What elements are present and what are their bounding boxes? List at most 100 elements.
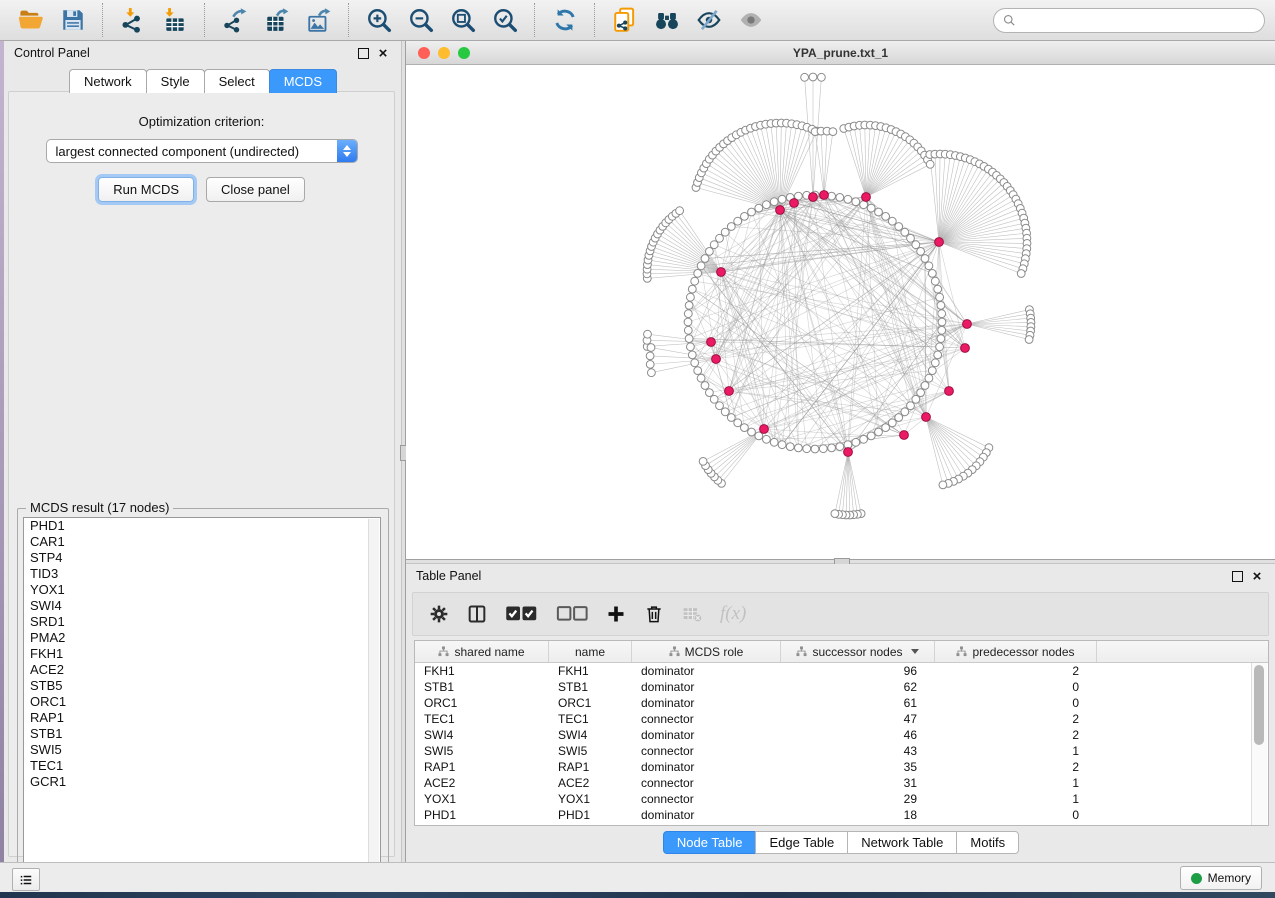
column-header-successor-nodes[interactable]: successor nodes (781, 641, 935, 662)
mcds-result-item[interactable]: PMA2 (24, 630, 380, 646)
optimization-criterion-select[interactable]: largest connected component (undirected) (46, 139, 358, 163)
column-header-predecessor-nodes[interactable]: predecessor nodes (935, 641, 1097, 662)
status-bar: Memory (0, 862, 1275, 892)
mcds-result-item[interactable]: YOX1 (24, 582, 380, 598)
mcds-result-item[interactable]: ORC1 (24, 694, 380, 710)
zoom-fit-icon[interactable] (448, 5, 478, 35)
mcds-result-title: MCDS result (17 nodes) (26, 500, 173, 515)
close-panel-button[interactable]: Close panel (206, 177, 305, 202)
column-header-name[interactable]: name (549, 641, 632, 662)
table-cell: 43 (781, 744, 935, 758)
clone-network-icon[interactable] (610, 5, 640, 35)
command-panel-button[interactable] (12, 868, 40, 891)
mcds-result-item[interactable]: TID3 (24, 566, 380, 582)
add-column-icon[interactable] (606, 601, 626, 627)
tab-node-table[interactable]: Node Table (663, 831, 757, 854)
mcds-result-item[interactable]: CAR1 (24, 534, 380, 550)
mcds-result-item[interactable]: RAP1 (24, 710, 380, 726)
column-header-shared-name[interactable]: shared name (415, 641, 549, 662)
mcds-result-item[interactable]: SWI5 (24, 742, 380, 758)
export-table-icon[interactable] (262, 5, 292, 35)
zoom-out-icon[interactable] (406, 5, 436, 35)
tab-motifs[interactable]: Motifs (956, 831, 1019, 854)
tab-network[interactable]: Network (69, 69, 147, 93)
zoom-selected-icon[interactable] (490, 5, 520, 35)
mcds-hub-node (945, 387, 954, 396)
hide-selected-icon[interactable] (694, 5, 724, 35)
table-cell: TEC1 (415, 712, 549, 726)
table-cell: 61 (781, 696, 935, 710)
tab-network-table[interactable]: Network Table (847, 831, 957, 854)
close-panel-icon[interactable]: × (375, 45, 391, 61)
function-builder-icon: f(x) (720, 601, 746, 627)
table-cell: 18 (781, 808, 935, 822)
delete-table-icon (682, 601, 702, 627)
mcds-hub-node (717, 268, 726, 277)
mcds-result-item[interactable]: FKH1 (24, 646, 380, 662)
zoom-in-icon[interactable] (364, 5, 394, 35)
tab-style[interactable]: Style (146, 69, 205, 93)
network-view-canvas[interactable] (406, 65, 1275, 560)
deselect-all-columns-icon[interactable] (556, 601, 589, 627)
mcds-result-item[interactable]: ACE2 (24, 662, 380, 678)
mcds-result-item[interactable]: STB5 (24, 678, 380, 694)
sort-menu-icon[interactable] (911, 649, 919, 654)
table-row[interactable]: YOX1YOX1connector291 (415, 791, 1268, 807)
table-row[interactable]: SWI4SWI4dominator462 (415, 727, 1268, 743)
run-mcds-button[interactable]: Run MCDS (98, 177, 194, 202)
table-row[interactable]: RAP1RAP1dominator352 (415, 759, 1268, 775)
first-neighbors-icon[interactable] (652, 5, 682, 35)
tab-edge-table[interactable]: Edge Table (755, 831, 848, 854)
table-cell: STB1 (549, 680, 632, 694)
toggle-columns-icon[interactable] (467, 601, 487, 627)
search-box[interactable] (993, 8, 1265, 33)
mcds-result-item[interactable]: STB1 (24, 726, 380, 742)
mcds-result-item[interactable]: PHD1 (24, 518, 380, 534)
export-network-icon[interactable] (220, 5, 250, 35)
node-table-header: shared namenameMCDS rolesuccessor nodesp… (415, 641, 1268, 663)
import-table-icon[interactable] (160, 5, 190, 35)
tab-mcds[interactable]: MCDS (269, 69, 337, 93)
float-table-panel-icon[interactable] (1229, 568, 1245, 584)
search-input[interactable] (1022, 12, 1256, 28)
table-cell: SWI4 (415, 728, 549, 742)
delete-columns-icon[interactable] (644, 601, 664, 627)
table-row[interactable]: FKH1FKH1dominator962 (415, 663, 1268, 679)
main-toolbar (0, 0, 1275, 41)
memory-button[interactable]: Memory (1180, 866, 1262, 890)
column-header-MCDS-role[interactable]: MCDS role (632, 641, 781, 662)
table-row[interactable]: ACE2ACE2connector311 (415, 775, 1268, 791)
export-image-icon[interactable] (304, 5, 334, 35)
mcds-result-list[interactable]: PHD1CAR1STP4TID3YOX1SWI4SRD1PMA2FKH1ACE2… (23, 517, 381, 871)
open-file-icon[interactable] (16, 5, 46, 35)
table-row[interactable]: STB1STB1dominator620 (415, 679, 1268, 695)
select-all-columns-icon[interactable] (505, 601, 538, 627)
save-session-icon[interactable] (58, 5, 88, 35)
mcds-result-item[interactable]: STP4 (24, 550, 380, 566)
table-row[interactable]: ORC1ORC1dominator610 (415, 695, 1268, 711)
network-titlebar: YPA_prune.txt_1 (406, 41, 1275, 65)
mcds-result-item[interactable]: GCR1 (24, 774, 380, 790)
table-cell: PHD1 (415, 808, 549, 822)
mcds-hub-node (844, 448, 853, 457)
table-scrollbar[interactable] (1251, 663, 1267, 825)
mcds-result-groupbox: MCDS result (17 nodes) PHD1CAR1STP4TID3Y… (17, 508, 389, 882)
float-panel-icon[interactable] (355, 45, 371, 61)
table-settings-gear-icon[interactable] (429, 601, 449, 627)
tab-select[interactable]: Select (204, 69, 270, 93)
table-cell: ACE2 (415, 776, 549, 790)
mcds-result-item[interactable]: TEC1 (24, 758, 380, 774)
table-scrollbar-thumb[interactable] (1254, 665, 1264, 745)
table-row[interactable]: SWI5SWI5connector431 (415, 743, 1268, 759)
table-row[interactable]: PHD1PHD1dominator180 (415, 807, 1268, 823)
control-panel-title: Control Panel (14, 46, 351, 60)
import-network-icon[interactable] (118, 5, 148, 35)
list-menu-icon (19, 873, 33, 887)
mcds-result-item[interactable]: SRD1 (24, 614, 380, 630)
mcds-hub-node (862, 193, 871, 202)
close-table-panel-icon[interactable]: × (1249, 568, 1265, 584)
refresh-network-icon[interactable] (550, 5, 580, 35)
table-row[interactable]: TEC1TEC1connector472 (415, 711, 1268, 727)
mcds-list-scrollbar[interactable] (368, 519, 379, 871)
mcds-result-item[interactable]: SWI4 (24, 598, 380, 614)
